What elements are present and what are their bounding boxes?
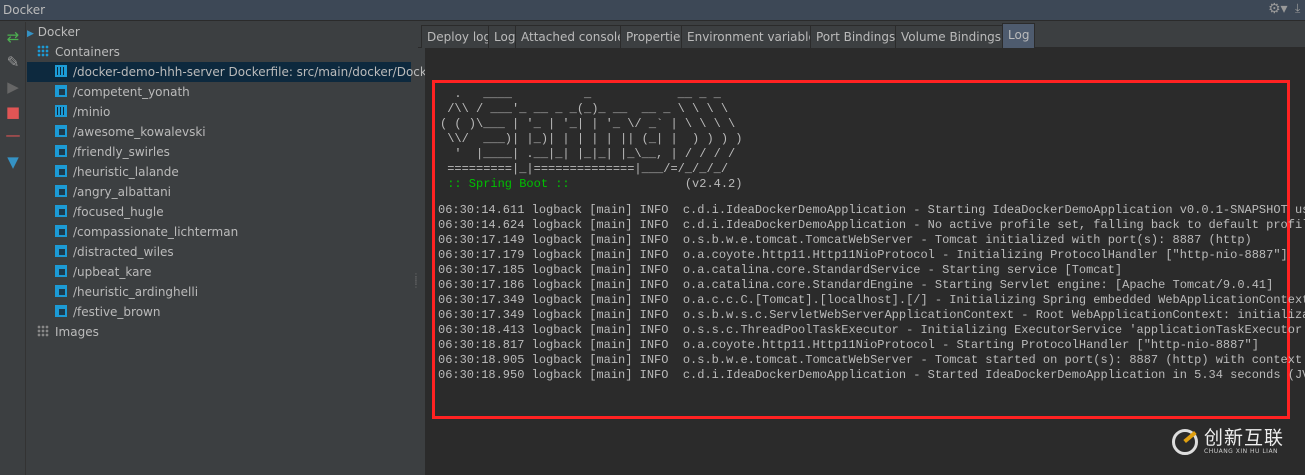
container-item[interactable]: /awesome_kowalevski (55, 122, 206, 142)
docker-toolbar: ⇄ ✎ ▶ ■ — ▼ (0, 22, 26, 475)
container-stopped-icon (55, 125, 67, 137)
tab-attached-console[interactable]: Attached console (515, 25, 631, 48)
log-line: 06:30:14.624 logback [main] INFO c.d.i.I… (438, 218, 1305, 232)
container-name: /minio (73, 105, 111, 119)
container-item[interactable]: /compassionate_lichterman (55, 222, 238, 242)
tree-node-docker[interactable]: ▶ Docker (27, 22, 80, 42)
container-name: /awesome_kowalevski (73, 125, 206, 139)
log-line: 06:30:17.149 logback [main] INFO o.s.b.w… (438, 233, 1252, 247)
hide-icon[interactable]: ⤓ (1295, 1, 1300, 16)
tab-environment-variables[interactable]: Environment variables (681, 25, 829, 48)
edit-config-icon[interactable]: ✎ (4, 53, 22, 71)
container-stopped-icon (55, 305, 67, 317)
container-item[interactable]: /festive_brown (55, 302, 160, 322)
tab-port-bindings[interactable]: Port Bindings (810, 25, 902, 48)
container-stopped-icon (55, 85, 67, 97)
tree-node-images[interactable]: Images (37, 322, 99, 342)
watermark-logo-icon (1172, 428, 1198, 455)
containers-icon (37, 45, 49, 57)
spring-version: (v2.4.2) (576, 177, 743, 191)
watermark: 创新互联 CHUANG XIN HU LIAN (1172, 428, 1284, 455)
filter-icon[interactable]: ▼ (4, 153, 22, 171)
docker-icon: ▶ (27, 29, 34, 39)
container-stopped-icon (55, 225, 67, 237)
banner-art: . ____ _ __ _ _ /\\ / ___'_ __ _ _(_)_ _… (440, 87, 743, 176)
log-line: 06:30:14.611 logback [main] INFO c.d.i.I… (438, 203, 1305, 217)
container-item[interactable]: /focused_hugle (55, 202, 164, 222)
tab-volume-bindings[interactable]: Volume Bindings (895, 25, 1008, 48)
container-name: /friendly_swirles (73, 145, 170, 159)
container-name: /angry_albattani (73, 185, 172, 199)
log-line: 06:30:17.349 logback [main] INFO o.s.b.w… (438, 308, 1305, 322)
log-output: 06:30:14.611 logback [main] INFO c.d.i.I… (438, 203, 1305, 383)
remove-icon[interactable]: — (4, 126, 22, 144)
log-line: 06:30:18.817 logback [main] INFO o.a.coy… (438, 338, 1259, 352)
log-line: 06:30:17.179 logback [main] INFO o.a.coy… (438, 248, 1288, 262)
container-running-icon (55, 105, 67, 117)
tree-node-containers[interactable]: Containers (37, 42, 120, 62)
container-name: /compassionate_lichterman (73, 225, 239, 239)
log-line: 06:30:18.950 logback [main] INFO c.d.i.I… (438, 368, 1305, 382)
splitter-handle[interactable]: ⋮ ⋮ ⋮ (412, 273, 420, 289)
log-line: 06:30:17.185 logback [main] INFO o.a.cat… (438, 263, 1123, 277)
spring-boot-label: :: Spring Boot :: (440, 177, 577, 191)
log-line: 06:30:17.349 logback [main] INFO o.a.c.c… (438, 293, 1305, 307)
stop-icon[interactable]: ■ (4, 103, 22, 121)
container-item[interactable]: /heuristic_lalande (55, 162, 179, 182)
container-stopped-icon (55, 265, 67, 277)
container-stopped-icon (55, 205, 67, 217)
spring-banner: . ____ _ __ _ _ /\\ / ___'_ __ _ _(_)_ _… (440, 87, 742, 192)
container-name: /docker-demo-hhh-server Dockerfile: src/… (73, 65, 450, 79)
start-icon[interactable]: ▶ (4, 78, 22, 96)
tab-bar: Deploy log Log Attached console Properties E… (418, 22, 1305, 48)
container-name: /competent_yonath (73, 85, 190, 99)
container-item[interactable]: /heuristic_ardinghelli (55, 282, 198, 302)
deploy-icon[interactable]: ⇄ (4, 28, 22, 46)
container-name: /upbeat_kare (73, 265, 152, 279)
tab-log[interactable]: Log (1002, 23, 1036, 48)
images-icon (37, 325, 49, 337)
window-title: Docker (3, 3, 46, 17)
container-item[interactable]: /competent_yonath (55, 82, 190, 102)
container-name: /focused_hugle (73, 205, 164, 219)
tab-deploy-log[interactable]: Deploy log (421, 25, 498, 48)
container-name: /distracted_wiles (73, 245, 174, 259)
container-name: /festive_brown (73, 305, 161, 319)
watermark-en: CHUANG XIN HU LIAN (1204, 448, 1279, 455)
container-running-icon (55, 65, 67, 77)
container-item[interactable]: /angry_albattani (55, 182, 171, 202)
log-line: 06:30:17.186 logback [main] INFO o.a.cat… (438, 278, 1274, 292)
container-item[interactable]: /minio (55, 102, 110, 122)
container-stopped-icon (55, 145, 67, 157)
container-stopped-icon (55, 245, 67, 257)
container-item[interactable]: /friendly_swirles (55, 142, 170, 162)
log-line: 06:30:18.413 logback [main] INFO o.s.s.c… (438, 323, 1305, 337)
container-name: /heuristic_ardinghelli (73, 285, 199, 299)
container-stopped-icon (55, 285, 67, 297)
container-item[interactable]: /docker-demo-hhh-server Dockerfile: src/… (27, 62, 450, 82)
docker-tree: ▶ Docker Containers /docker-demo-hhh-ser… (27, 22, 450, 475)
gear-icon[interactable]: ⚙▾ (1268, 1, 1288, 17)
container-stopped-icon (55, 165, 67, 177)
container-name: /heuristic_lalande (73, 165, 179, 179)
container-item[interactable]: /upbeat_kare (55, 262, 151, 282)
title-bar: Docker ⚙▾ ⤓ (0, 0, 1305, 21)
watermark-cn: 创新互联 (1204, 427, 1285, 449)
log-line: 06:30:18.905 logback [main] INFO o.s.b.w… (438, 353, 1305, 367)
container-stopped-icon (55, 185, 67, 197)
container-item[interactable]: /distracted_wiles (55, 242, 174, 262)
